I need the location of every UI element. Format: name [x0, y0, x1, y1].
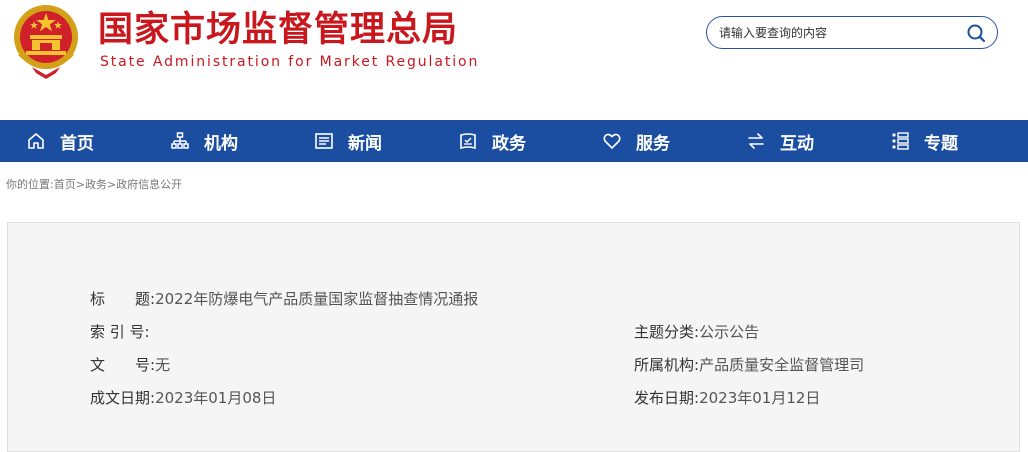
nav-item-organization[interactable]: 机构 — [170, 120, 238, 162]
nav-item-label: 首页 — [60, 133, 94, 154]
breadcrumb-prefix: 你的位置: — [6, 178, 54, 191]
nav-item-label: 互动 — [780, 133, 814, 154]
book-icon — [460, 133, 476, 150]
info-title-value: 2022年防爆电气产品质量国家监督抽查情况通报 — [155, 290, 479, 308]
info-created-date-value: 2023年01月08日 — [155, 389, 277, 407]
info-topic-label: 主题分类: — [634, 323, 700, 341]
newspaper-icon — [315, 133, 333, 149]
national-emblem-icon[interactable] — [10, 3, 82, 79]
nav-item-label: 服务 — [636, 133, 670, 154]
info-title-row: 标 题:2022年防爆电气产品质量国家监督抽查情况通报 — [90, 288, 478, 309]
breadcrumb-separator: > — [75, 178, 85, 191]
org-chart-icon — [171, 132, 189, 149]
info-organization-row: 所属机构:产品质量安全监督管理司 — [634, 354, 864, 375]
heart-icon — [603, 133, 621, 149]
search-input[interactable] — [719, 23, 959, 43]
nav-item-home[interactable]: 首页 — [26, 120, 94, 162]
home-icon — [28, 133, 44, 149]
info-published-date-value: 2023年01月12日 — [699, 389, 821, 407]
info-doc-number-label: 文 号: — [90, 356, 156, 374]
search-box — [706, 16, 998, 49]
site-title: 国家市场监督管理总局 — [98, 10, 459, 50]
swap-icon — [748, 133, 764, 149]
nav-item-label: 机构 — [204, 133, 238, 154]
breadcrumb-link-disclosure[interactable]: 政府信息公开 — [116, 178, 182, 191]
site-header: 国家市场监督管理总局 State Administration for Mark… — [0, 0, 1028, 120]
nav-item-label: 新闻 — [348, 133, 382, 154]
info-published-date-row: 发布日期:2023年01月12日 — [634, 387, 820, 408]
info-published-date-label: 发布日期: — [634, 389, 700, 407]
search-icon[interactable] — [965, 22, 987, 44]
nav-item-topics[interactable]: 专题 — [890, 120, 958, 162]
info-created-date-label: 成文日期: — [90, 389, 156, 407]
info-topic-value: 公示公告 — [699, 323, 760, 341]
site-subtitle: State Administration for Market Regulati… — [100, 54, 480, 70]
info-organization-value: 产品质量安全监督管理司 — [699, 356, 865, 374]
nav-item-news[interactable]: 新闻 — [314, 120, 382, 162]
breadcrumb-separator: > — [106, 178, 117, 191]
breadcrumb: 你的位置:首页>政务>政府信息公开 — [6, 176, 182, 192]
info-created-date-row: 成文日期:2023年01月08日 — [90, 387, 276, 408]
info-index-label: 索 引 号: — [90, 323, 150, 341]
nav-item-interaction[interactable]: 互动 — [746, 120, 814, 162]
nav-item-government-affairs[interactable]: 政务 — [458, 120, 526, 162]
nav-item-services[interactable]: 服务 — [602, 120, 670, 162]
info-doc-number-row: 文 号:无 — [90, 354, 170, 375]
topics-icon — [892, 132, 909, 150]
info-index-row: 索 引 号: — [90, 321, 150, 342]
info-organization-label: 所属机构: — [634, 356, 700, 374]
nav-item-label: 政务 — [492, 133, 526, 154]
info-doc-number-value: 无 — [155, 356, 171, 374]
breadcrumb-link-affairs[interactable]: 政务 — [85, 178, 107, 191]
info-topic-row: 主题分类:公示公告 — [634, 321, 759, 342]
document-info-panel: 标 题:2022年防爆电气产品质量国家监督抽查情况通报 索 引 号: 文 号:无… — [7, 222, 1020, 452]
main-nav: 首页 机构 新闻 政务 服务 互动 专题 — [0, 120, 1028, 162]
nav-item-label: 专题 — [924, 133, 958, 154]
info-title-label: 标 题: — [90, 290, 156, 308]
breadcrumb-link-home[interactable]: 首页 — [54, 178, 76, 191]
